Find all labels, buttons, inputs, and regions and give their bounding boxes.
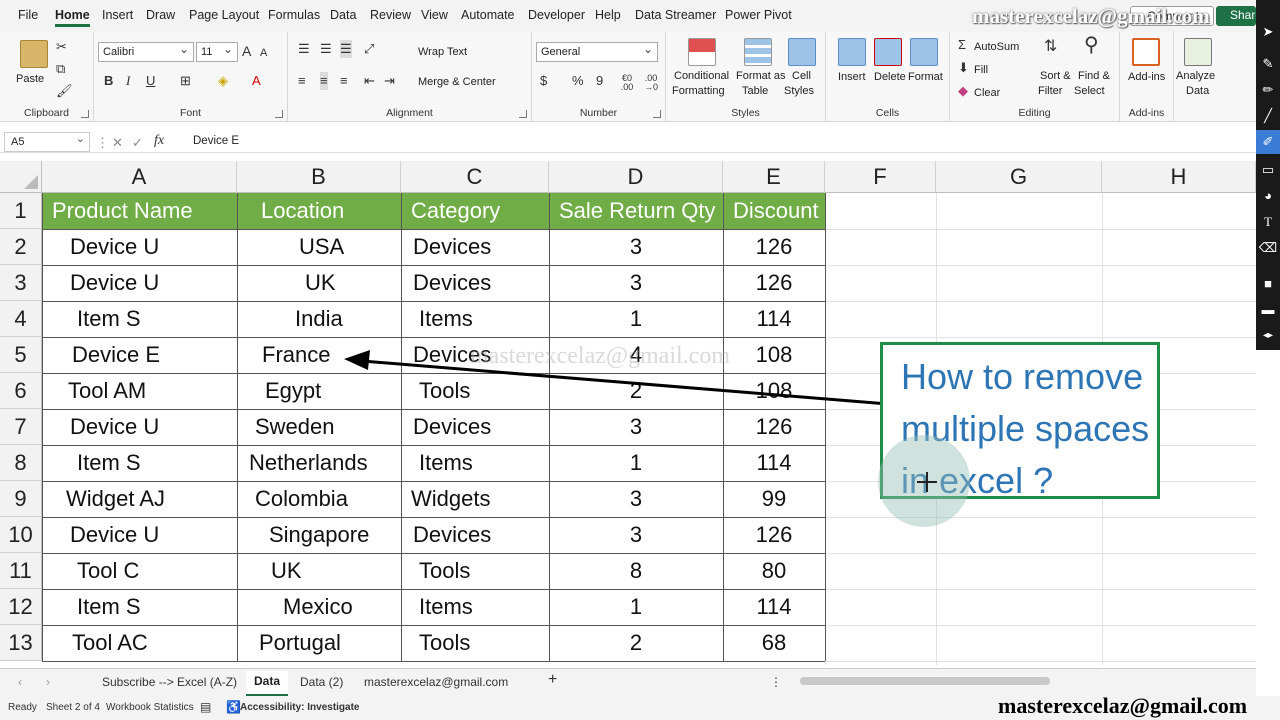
- eraser-tool-icon[interactable]: ⌫: [1256, 236, 1280, 260]
- pen-tool-icon[interactable]: ✎: [1256, 52, 1280, 76]
- tab-options-icon[interactable]: ⋮: [770, 675, 782, 689]
- rectangle-tool-icon[interactable]: ▭: [1256, 158, 1280, 182]
- next-sheet-icon[interactable]: ›: [46, 675, 50, 689]
- sheet-tab-bar: ‹ › Subscribe --> Excel (A-Z) Data Data …: [0, 668, 1256, 696]
- add-sheet-button[interactable]: +: [548, 671, 557, 689]
- text-tool-icon[interactable]: T: [1256, 210, 1280, 234]
- fill-box-tool-icon[interactable]: ■: [1256, 272, 1280, 296]
- color-tool-icon[interactable]: ◕: [1256, 184, 1280, 208]
- accessibility-status[interactable]: Accessibility: Investigate: [240, 702, 360, 713]
- sheet-tab-data-2[interactable]: Data (2): [300, 675, 343, 689]
- stats-icon: ▤: [200, 700, 212, 714]
- workbook-statistics[interactable]: Workbook Statistics: [106, 702, 194, 713]
- accessibility-icon: ♿: [226, 700, 241, 714]
- annotation-toolbar: ➤ ✎ ✏ ╱ ✐ ▭ ◕ T ⌫ ■ ▬ ◂▸: [1256, 0, 1280, 350]
- crosshair-cursor-icon: [917, 472, 937, 492]
- highlighter-tool-icon[interactable]: ✐: [1256, 130, 1280, 154]
- watermark-bottom: masterexcelaz@gmail.com: [998, 693, 1248, 718]
- sheet-tab-email[interactable]: masterexcelaz@gmail.com: [364, 675, 508, 689]
- marker-tool-icon[interactable]: ✏: [1256, 78, 1280, 102]
- line-tool-icon[interactable]: ╱: [1256, 104, 1280, 128]
- pointer-tool-icon[interactable]: ➤: [1256, 20, 1280, 44]
- sheet-tab-data[interactable]: Data: [246, 671, 289, 696]
- status-sheet: Sheet 2 of 4: [46, 702, 100, 713]
- horizontal-scrollbar[interactable]: [800, 677, 1050, 685]
- sheet-tab-subscribe[interactable]: Subscribe --> Excel (A-Z): [102, 675, 237, 689]
- expand-toolbar-icon[interactable]: ◂▸: [1256, 324, 1280, 348]
- prev-sheet-icon[interactable]: ‹: [18, 675, 22, 689]
- status-ready: Ready: [8, 702, 37, 713]
- stroke-tool-icon[interactable]: ▬: [1256, 298, 1280, 322]
